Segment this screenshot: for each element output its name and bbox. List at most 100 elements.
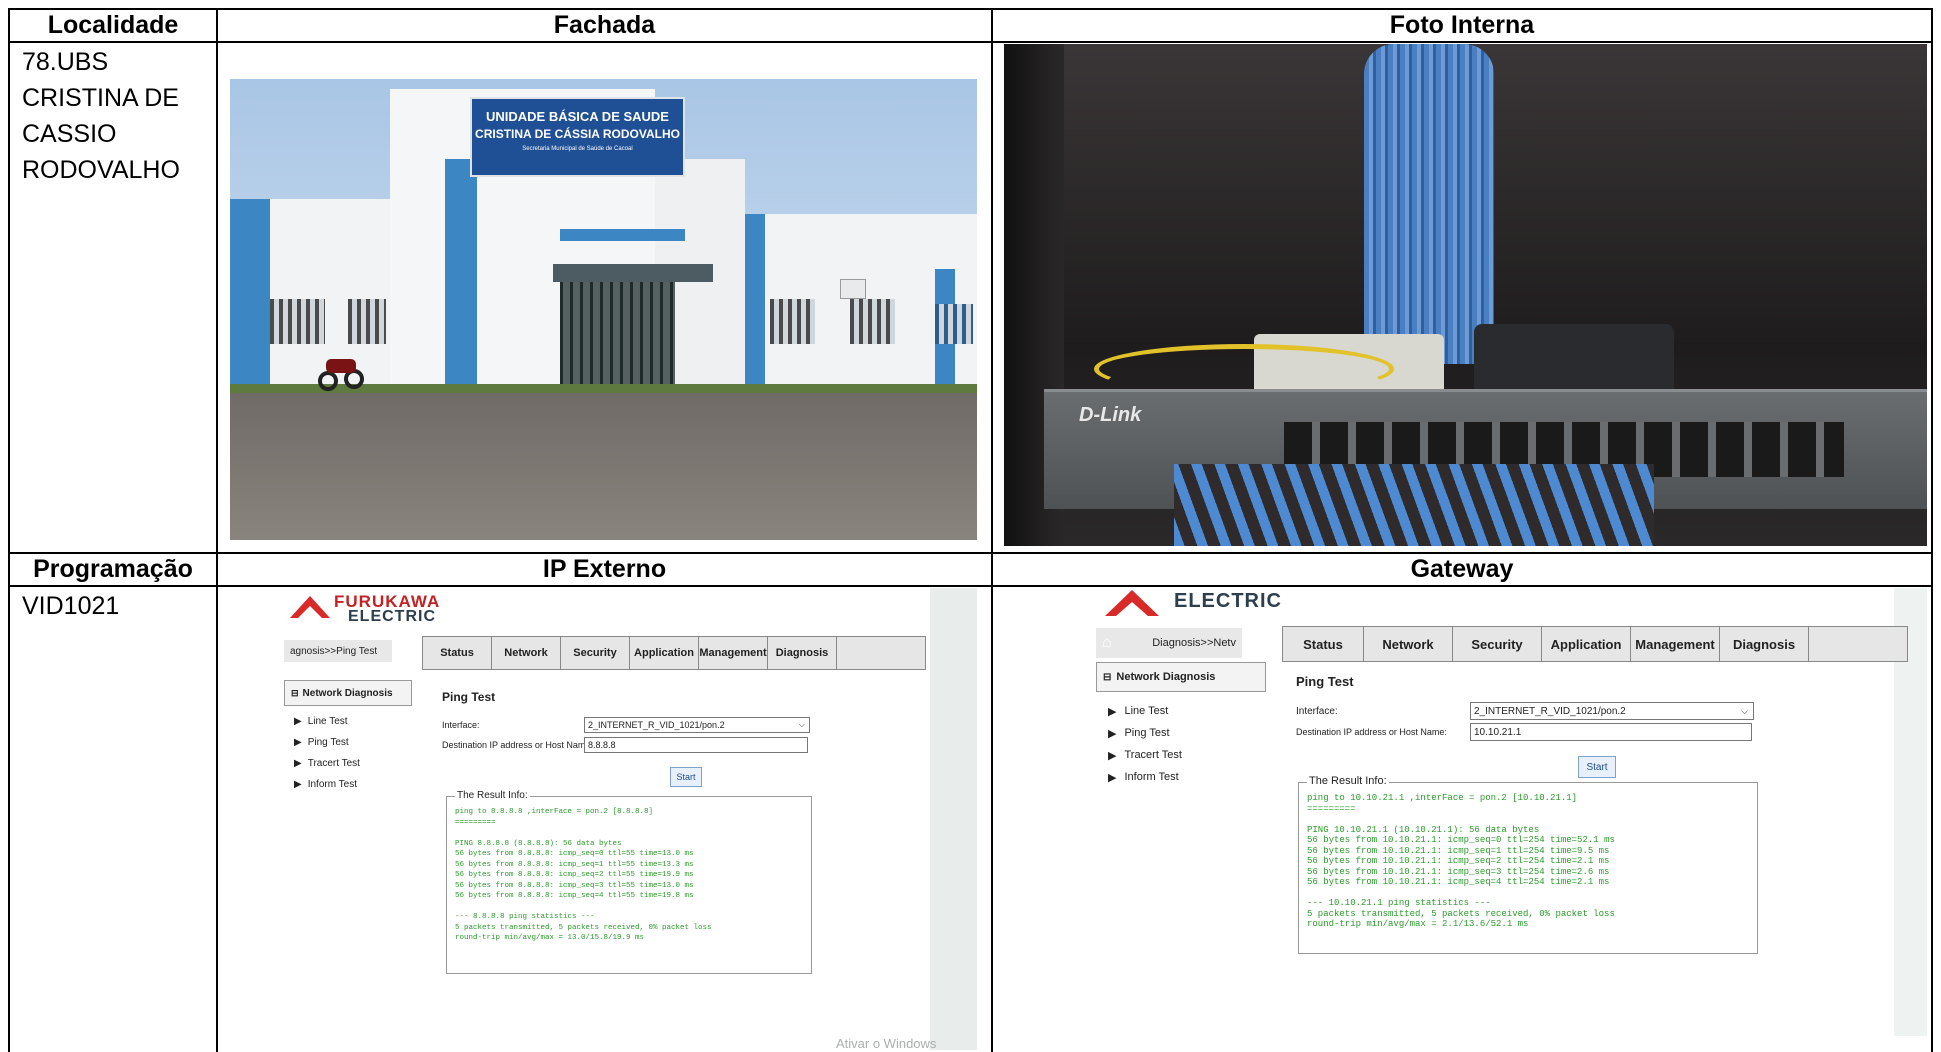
ip-externo-screenshot: FURUKAWA ELECTRIC agnosis>>Ping Test Sta… bbox=[230, 588, 977, 1050]
header-gateway: Gateway bbox=[1410, 555, 1514, 583]
sidebar-item-label: Tracert Test bbox=[1124, 749, 1182, 761]
furukawa-logo-icon bbox=[290, 596, 330, 618]
building-left-stripe bbox=[230, 199, 270, 384]
tab-diagnosis[interactable]: Diagnosis bbox=[1720, 627, 1809, 661]
logo-text-bottom: ELECTRIC bbox=[1174, 590, 1282, 612]
entrance-door bbox=[560, 282, 675, 384]
result-line bbox=[1307, 814, 1615, 825]
result-line: 56 bytes from 8.8.8.8: icmp_seq=1 ttl=55… bbox=[455, 860, 694, 869]
result-box: The Result Info: ping to 8.8.8.8 ,interF… bbox=[446, 790, 812, 974]
header-localidade: Localidade bbox=[47, 11, 179, 39]
furukawa-logo-icon bbox=[1105, 590, 1159, 616]
interface-select-value: 2_INTERNET_R_VID_1021/pon.2 bbox=[1474, 705, 1626, 717]
internal-photo: D-Link bbox=[1004, 44, 1927, 546]
start-button[interactable]: Start bbox=[670, 767, 702, 787]
result-line: 56 bytes from 8.8.8.8: icmp_seq=3 ttl=55… bbox=[455, 881, 694, 890]
arrow-icon: ▶ bbox=[294, 758, 302, 769]
start-button[interactable]: Start bbox=[1578, 756, 1616, 778]
sidebar-head-network-diagnosis[interactable]: ⊟ Network Diagnosis bbox=[284, 680, 412, 706]
localidade-line: RODOVALHO bbox=[22, 156, 180, 184]
breadcrumb: agnosis>>Ping Test bbox=[284, 640, 392, 662]
tab-network[interactable]: Network bbox=[1364, 627, 1453, 661]
sidebar-item-label: Line Test bbox=[307, 716, 348, 727]
sidebar-item-line-test[interactable]: ▶ Line Test bbox=[284, 711, 412, 732]
interface-label: Interface: bbox=[1296, 706, 1338, 717]
result-line: PING 8.8.8.8 (8.8.8.8): 56 data bytes bbox=[455, 839, 622, 848]
air-conditioner bbox=[840, 279, 866, 299]
result-line: 56 bytes from 10.10.21.1: icmp_seq=2 ttl… bbox=[1307, 856, 1610, 866]
sign-line: CRISTINA DE CÁSSIA RODOVALHO bbox=[475, 127, 680, 141]
window bbox=[770, 299, 815, 344]
result-line: 56 bytes from 10.10.21.1: icmp_seq=0 ttl… bbox=[1307, 835, 1615, 845]
result-line: 56 bytes from 8.8.8.8: icmp_seq=4 ttl=55… bbox=[455, 892, 694, 900]
switch-brand-label: D-Link bbox=[1079, 404, 1142, 426]
tab-management[interactable]: Management bbox=[699, 637, 768, 669]
result-text: ping to 10.10.21.1 ,interFace = pon.2 [1… bbox=[1307, 793, 1615, 930]
collapse-icon: ⊟ bbox=[1103, 671, 1112, 683]
arrow-icon: ▶ bbox=[294, 779, 302, 790]
sidebar-item-line-test[interactable]: ▶ Line Test bbox=[1096, 700, 1266, 722]
window bbox=[850, 299, 895, 344]
destination-input[interactable]: 10.10.21.1 bbox=[1470, 723, 1752, 741]
sidebar-item-inform-test[interactable]: ▶ Inform Test bbox=[1096, 766, 1266, 788]
sidebar-item-inform-test[interactable]: ▶ Inform Test bbox=[284, 774, 412, 795]
sidebar-item-tracert-test[interactable]: ▶ Tracert Test bbox=[1096, 744, 1266, 766]
sidebar-item-tracert-test[interactable]: ▶ Tracert Test bbox=[284, 753, 412, 774]
tab-security[interactable]: Security bbox=[1453, 627, 1542, 661]
result-text: ping to 8.8.8.8 ,interFace = pon.2 [8.8.… bbox=[455, 807, 712, 944]
tab-security[interactable]: Security bbox=[561, 637, 630, 669]
tab-diagnosis[interactable]: Diagnosis bbox=[768, 637, 837, 669]
collapse-icon: ⊟ bbox=[291, 687, 299, 698]
sidebar-item-ping-test[interactable]: ▶ Ping Test bbox=[1096, 722, 1266, 744]
arrow-icon: ▶ bbox=[1108, 749, 1117, 762]
result-line bbox=[455, 828, 712, 839]
cable-bundle bbox=[1364, 44, 1494, 364]
header-fachada: Fachada bbox=[553, 11, 656, 39]
sidebar-item-label: Tracert Test bbox=[307, 758, 360, 769]
sidebar-item-label: Line Test bbox=[1124, 705, 1169, 717]
result-line bbox=[1307, 888, 1615, 899]
patch-cables bbox=[1174, 464, 1654, 546]
arrow-icon: ▶ bbox=[294, 716, 302, 727]
furukawa-logo bbox=[1102, 588, 1162, 627]
window bbox=[270, 299, 325, 344]
result-line: 56 bytes from 8.8.8.8: icmp_seq=0 ttl=55… bbox=[455, 850, 694, 858]
sidebar-item-label: Inform Test bbox=[307, 779, 357, 790]
interface-select[interactable]: 2_INTERNET_R_VID_1021/pon.2 ⌵ bbox=[584, 717, 810, 733]
sidebar-item-label: Ping Test bbox=[1124, 727, 1170, 739]
tab-network[interactable]: Network bbox=[492, 637, 561, 669]
destination-input[interactable]: 8.8.8.8 bbox=[584, 737, 808, 753]
sidebar-item-ping-test[interactable]: ▶ Ping Test bbox=[284, 732, 412, 753]
activate-windows-watermark: Ativar o Windows bbox=[836, 1036, 937, 1050]
home-icon: ⌂ bbox=[1102, 634, 1112, 651]
tab-status[interactable]: Status bbox=[423, 637, 492, 669]
chevron-down-icon: ⌵ bbox=[798, 720, 805, 729]
result-legend: The Result Info: bbox=[1307, 775, 1389, 787]
result-line: ping to 10.10.21.1 ,interFace = pon.2 [1… bbox=[1307, 793, 1578, 803]
yellow-cable bbox=[1094, 344, 1394, 394]
tab-application[interactable]: Application bbox=[1542, 627, 1631, 661]
header-programacao: Programação bbox=[33, 555, 193, 583]
result-line bbox=[455, 902, 712, 913]
result-line: 56 bytes from 10.10.21.1: icmp_seq=3 ttl… bbox=[1307, 866, 1610, 877]
header-foto-interna: Foto Interna bbox=[1389, 11, 1535, 39]
sign-line: Secretaria Municipal de Saúde de Cacoal bbox=[522, 146, 633, 152]
interface-select[interactable]: 2_INTERNET_R_VID_1021/pon.2 ⌵ bbox=[1470, 702, 1754, 720]
facade-photo: UNIDADE BÁSICA DE SAUDE CRISTINA DE CÁSS… bbox=[230, 79, 977, 540]
motorcycle bbox=[318, 351, 366, 391]
result-line: 5 packets transmitted, 5 packets receive… bbox=[455, 923, 712, 932]
result-line: 5 packets transmitted, 5 packets receive… bbox=[1307, 908, 1615, 919]
tab-status[interactable]: Status bbox=[1283, 627, 1364, 661]
arrow-icon: ▶ bbox=[1108, 771, 1117, 784]
gateway-screenshot: ELECTRIC ⌂ Diagnosis>>Netv Status Networ… bbox=[1004, 588, 1927, 1036]
tab-application[interactable]: Application bbox=[630, 637, 699, 669]
result-line: ========= bbox=[1307, 803, 1356, 814]
localidade-line: CASSIO bbox=[22, 120, 117, 148]
window bbox=[935, 304, 973, 344]
sidebar: ⊟ Network Diagnosis ▶ Line Test ▶ Ping Tes… bbox=[1096, 662, 1266, 788]
result-line: --- 8.8.8.8 ping statistics --- bbox=[455, 913, 595, 921]
sidebar-head-label: Network Diagnosis bbox=[302, 687, 393, 699]
tab-management[interactable]: Management bbox=[1631, 627, 1720, 661]
facade-sign: UNIDADE BÁSICA DE SAUDE CRISTINA DE CÁSS… bbox=[470, 97, 685, 177]
sidebar-head-network-diagnosis[interactable]: ⊟ Network Diagnosis bbox=[1096, 662, 1266, 692]
